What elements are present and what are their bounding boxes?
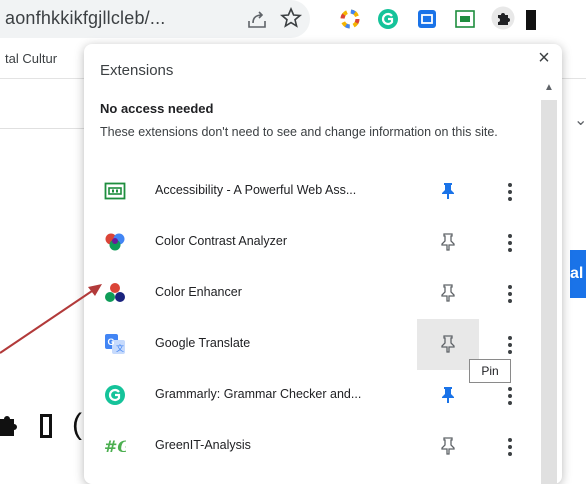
pin-outline-icon	[441, 335, 455, 353]
bookmark-star-icon[interactable]	[279, 6, 303, 30]
color-enhancer-icon	[105, 283, 125, 302]
pin-outline-icon	[441, 437, 455, 455]
extension-row[interactable]: Color Contrast Analyzer	[84, 217, 540, 268]
url-text[interactable]: aonfhkkikfgjllcleb/...	[5, 8, 165, 29]
extension-row[interactable]: Accessibility - A Powerful Web Ass...	[84, 166, 540, 217]
extension-name: Accessibility - A Powerful Web Ass...	[155, 183, 357, 197]
extension-name: GreenIT-Analysis	[155, 438, 251, 452]
extension-name: Google Translate	[155, 336, 251, 350]
address-bar[interactable]: aonfhkkikfgjllcleb/...	[0, 0, 310, 38]
more-options-icon[interactable]	[505, 436, 515, 458]
more-options-icon[interactable]	[505, 283, 515, 305]
pin-outline-icon	[441, 284, 455, 302]
extensions-popup: Extensions × No access needed These exte…	[84, 44, 562, 484]
popup-title: Extensions	[100, 62, 174, 79]
grammarly-toolbar-icon[interactable]	[377, 8, 399, 30]
google-translate-icon: G 文	[105, 334, 125, 354]
page-blue-button[interactable]: al	[570, 250, 586, 298]
pin-filled-icon	[442, 387, 454, 403]
page-blue-button-label: al	[570, 265, 584, 282]
accessibility-icon	[104, 182, 126, 200]
extension-row[interactable]: #G GreenIT-Analysis	[84, 421, 540, 472]
pin-button[interactable]	[417, 268, 479, 319]
partial-glyph: (	[72, 408, 82, 441]
blue-box-extension-icon[interactable]	[416, 8, 438, 30]
pin-outline-icon	[441, 233, 455, 251]
scrollbar[interactable]	[541, 100, 557, 484]
accessibility-toolbar-icon[interactable]	[454, 8, 476, 30]
chevron-down-icon[interactable]: ⌄	[574, 110, 586, 130]
color-ring-extension-icon[interactable]	[339, 8, 361, 30]
more-options-icon[interactable]	[505, 232, 515, 254]
puzzle-icon	[0, 416, 17, 436]
profile-partial-icon[interactable]	[526, 10, 536, 30]
grammarly-icon	[105, 385, 125, 405]
window-icon	[40, 414, 52, 438]
greenit-icon: #G	[104, 437, 126, 456]
more-options-icon[interactable]	[505, 334, 515, 356]
pin-button[interactable]	[417, 166, 479, 217]
color-contrast-icon	[105, 233, 125, 251]
close-button[interactable]: ×	[533, 47, 555, 69]
extension-name: Color Contrast Analyzer	[155, 234, 288, 248]
extension-name: Color Enhancer	[155, 285, 242, 299]
pin-button[interactable]	[417, 217, 479, 268]
svg-text:文: 文	[116, 343, 124, 353]
more-options-icon[interactable]	[505, 385, 515, 407]
pin-filled-icon	[442, 183, 454, 199]
zoomed-toolbar-fragment: (	[0, 400, 92, 456]
share-icon[interactable]	[245, 7, 269, 31]
extension-name: Grammarly: Grammar Checker and...	[155, 387, 362, 401]
extensions-puzzle-icon[interactable]	[491, 6, 515, 30]
bookmark-item[interactable]: tal Cultur	[5, 51, 57, 66]
pin-tooltip: Pin	[469, 359, 511, 383]
page-divider	[0, 128, 95, 129]
section-description: These extensions don't need to see and c…	[100, 125, 498, 139]
scroll-up-arrow-icon[interactable]: ▲	[544, 82, 554, 93]
pin-button[interactable]	[417, 421, 479, 472]
svg-text:G: G	[108, 337, 115, 347]
svg-text:#G: #G	[104, 437, 126, 456]
section-heading: No access needed	[100, 101, 214, 116]
more-options-icon[interactable]	[505, 181, 515, 203]
browser-toolbar: aonfhkkikfgjllcleb/...	[0, 0, 586, 38]
extension-row[interactable]: Color Enhancer	[84, 268, 540, 319]
